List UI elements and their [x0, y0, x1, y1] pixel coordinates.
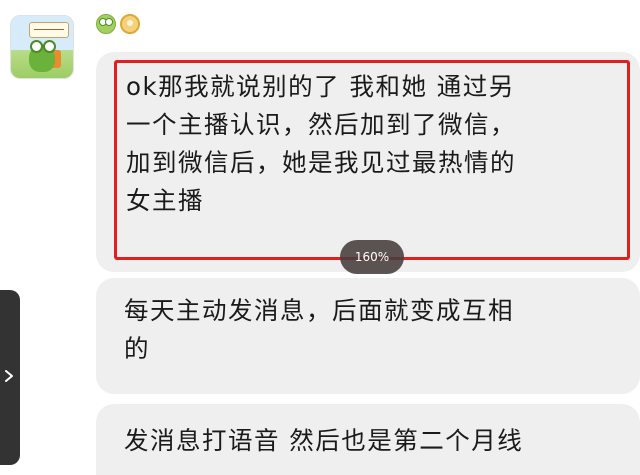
- frog-badge-icon: [96, 14, 116, 34]
- message-bubble[interactable]: 每天主动发消息，后面就变成互相 的: [96, 278, 640, 394]
- chevron-right-icon: [5, 370, 13, 382]
- side-expand-handle[interactable]: [0, 290, 20, 465]
- avatar-frog-eye-left: [30, 40, 43, 53]
- chat-screen: ok那我就说别的了 我和她 通过另 一个主播认识，然后加到了微信， 加到微信后，…: [0, 0, 640, 475]
- avatar-sign: [29, 22, 69, 38]
- avatar-frog-eye-right: [43, 40, 56, 53]
- frog-avatar-icon[interactable]: [10, 15, 74, 79]
- message-text: 发消息打语音 然后也是第二个月线: [124, 426, 524, 455]
- message-bubble[interactable]: 发消息打语音 然后也是第二个月线: [96, 404, 640, 475]
- message-text: 每天主动发消息，后面就变成互相 的: [124, 296, 514, 363]
- zoom-indicator: 160%: [340, 240, 404, 274]
- message-bubble[interactable]: ok那我就说别的了 我和她 通过另 一个主播认识，然后加到了微信， 加到微信后，…: [96, 52, 640, 272]
- medal-badge-icon: [120, 14, 140, 34]
- sender-badges: [96, 14, 140, 34]
- message-text: ok那我就说别的了 我和她 通过另 一个主播认识，然后加到了微信， 加到微信后，…: [126, 72, 516, 215]
